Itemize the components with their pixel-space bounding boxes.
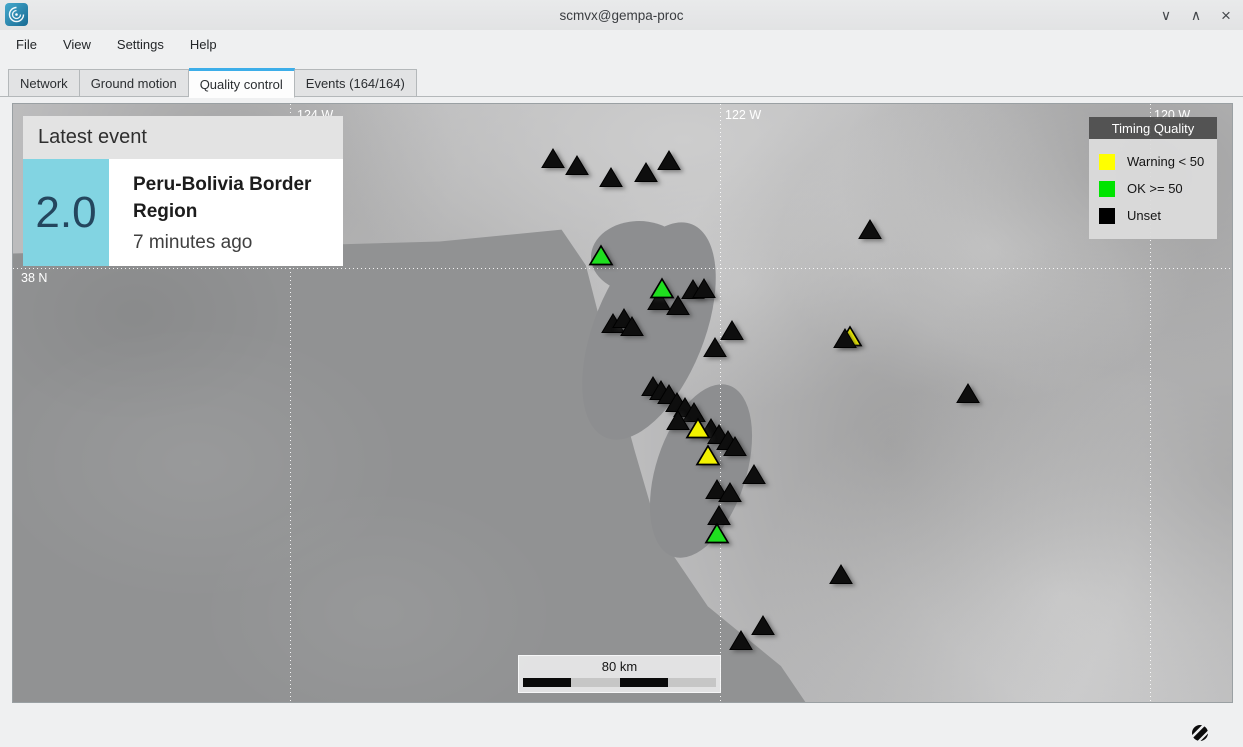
gridline-38n bbox=[13, 268, 1232, 269]
station-marker[interactable] bbox=[704, 522, 730, 544]
legend-label-warning: Warning < 50 bbox=[1127, 154, 1204, 169]
station-marker[interactable] bbox=[598, 166, 624, 188]
latest-event-card[interactable]: Latest event 2.0 Peru-Bolivia Border Reg… bbox=[23, 116, 343, 266]
grid-label-122w: 122 W bbox=[725, 108, 761, 122]
unset-swatch bbox=[1099, 208, 1115, 224]
gridline-122w bbox=[720, 104, 721, 702]
tab-network[interactable]: Network bbox=[8, 69, 80, 97]
scalebar-seg-dark bbox=[523, 678, 571, 687]
statusbar bbox=[0, 701, 1243, 747]
station-marker[interactable] bbox=[832, 327, 858, 349]
tab-events[interactable]: Events (164/164) bbox=[295, 69, 417, 97]
station-marker[interactable] bbox=[717, 481, 743, 503]
station-marker[interactable] bbox=[741, 463, 767, 485]
map-scalebar: 80 km bbox=[518, 655, 721, 693]
station-marker[interactable] bbox=[691, 277, 717, 299]
scalebar-seg-light bbox=[571, 678, 619, 687]
menu-view[interactable]: View bbox=[53, 33, 101, 56]
station-marker[interactable] bbox=[564, 154, 590, 176]
scalebar-seg-light bbox=[668, 678, 716, 687]
app-logo-icon bbox=[5, 3, 28, 26]
latest-event-body: 2.0 Peru-Bolivia Border Region 7 minutes… bbox=[23, 159, 343, 266]
station-marker[interactable] bbox=[588, 244, 614, 266]
menu-settings[interactable]: Settings bbox=[107, 33, 174, 56]
event-magnitude: 2.0 bbox=[23, 159, 109, 266]
station-marker[interactable] bbox=[702, 336, 728, 358]
legend-label-ok: OK >= 50 bbox=[1127, 181, 1183, 196]
station-marker[interactable] bbox=[540, 147, 566, 169]
station-marker[interactable] bbox=[722, 435, 748, 457]
event-time: 7 minutes ago bbox=[133, 232, 343, 254]
event-info: Peru-Bolivia Border Region 7 minutes ago bbox=[109, 159, 343, 266]
station-marker[interactable] bbox=[685, 417, 711, 439]
menubar: File View Settings Help bbox=[0, 30, 1243, 58]
window-controls: ∨ ∧ × bbox=[1157, 0, 1235, 30]
station-marker[interactable] bbox=[955, 382, 981, 404]
legend-label-unset: Unset bbox=[1127, 208, 1161, 223]
legend-row-ok: OK >= 50 bbox=[1089, 175, 1217, 202]
tab-ground-motion[interactable]: Ground motion bbox=[80, 69, 189, 97]
map-view[interactable]: 124 W 122 W 120 W 38 N 80 km Latest even… bbox=[12, 103, 1233, 703]
close-icon[interactable]: × bbox=[1217, 6, 1235, 24]
latest-event-header: Latest event bbox=[23, 116, 343, 159]
tabbar: Network Ground motion Quality control Ev… bbox=[8, 68, 417, 97]
legend-body: Warning < 50 OK >= 50 Unset bbox=[1089, 139, 1217, 239]
minimize-icon[interactable]: ∨ bbox=[1157, 6, 1175, 24]
station-marker[interactable] bbox=[695, 444, 721, 466]
menu-file[interactable]: File bbox=[6, 33, 47, 56]
window-title: scmvx@gempa-proc bbox=[0, 8, 1243, 23]
tab-quality-control[interactable]: Quality control bbox=[189, 68, 295, 98]
warning-swatch bbox=[1099, 154, 1115, 170]
legend-row-warning: Warning < 50 bbox=[1089, 148, 1217, 175]
grid-label-38n: 38 N bbox=[21, 271, 47, 285]
ok-swatch bbox=[1099, 181, 1115, 197]
scalebar-label: 80 km bbox=[519, 659, 720, 674]
scalebar-seg-dark bbox=[620, 678, 668, 687]
station-marker[interactable] bbox=[619, 315, 645, 337]
scmvx-window: { "window": { "title": "scmvx@gempa-proc… bbox=[0, 0, 1243, 747]
event-region: Peru-Bolivia Border Region bbox=[133, 171, 343, 225]
station-marker[interactable] bbox=[857, 218, 883, 240]
station-marker[interactable] bbox=[828, 563, 854, 585]
legend-title: Timing Quality bbox=[1089, 117, 1217, 139]
maximize-icon[interactable]: ∧ bbox=[1187, 6, 1205, 24]
station-marker[interactable] bbox=[656, 149, 682, 171]
menu-help[interactable]: Help bbox=[180, 33, 227, 56]
legend-row-unset: Unset bbox=[1089, 202, 1217, 229]
station-marker[interactable] bbox=[728, 629, 754, 651]
annotation-mode-icon[interactable] bbox=[1190, 723, 1210, 743]
scalebar-segments bbox=[523, 678, 716, 687]
timing-quality-legend: Timing Quality Warning < 50 OK >= 50 Uns… bbox=[1089, 117, 1217, 239]
titlebar[interactable]: scmvx@gempa-proc ∨ ∧ × bbox=[0, 0, 1243, 30]
